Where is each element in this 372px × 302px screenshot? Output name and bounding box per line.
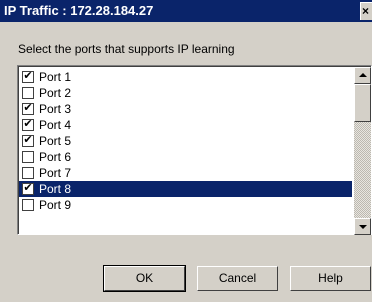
title-bar[interactable]: IP Traffic : 172.28.184.27 × [0,0,372,22]
port-label: Port 8 [39,182,72,196]
scroll-up-arrow-icon [359,73,367,77]
scrollbar-thumb[interactable] [354,84,371,122]
close-icon[interactable]: × [360,2,372,20]
port-checkbox[interactable] [22,151,34,163]
list-item[interactable]: Port 9 [19,197,352,213]
vertical-scrollbar[interactable] [354,67,371,235]
scroll-down-arrow-icon [359,225,367,229]
scroll-down-button[interactable] [354,218,371,235]
list-item[interactable]: ✔ Port 8 [19,181,352,197]
help-button[interactable]: Help [290,266,371,291]
port-checkbox[interactable] [22,167,34,179]
checkmark-icon: ✔ [23,102,33,114]
list-item[interactable]: Port 7 [19,165,352,181]
list-item[interactable]: ✔ Port 3 [19,101,352,117]
port-checkbox[interactable] [22,199,34,211]
list-item[interactable]: Port 2 [19,85,352,101]
port-checkbox[interactable]: ✔ [22,182,34,195]
list-item[interactable]: ✔ Port 5 [19,133,352,149]
checkmark-icon: ✔ [23,182,33,194]
port-checkbox[interactable]: ✔ [22,102,34,115]
port-checkbox[interactable]: ✔ [22,70,34,83]
port-listbox[interactable]: ✔ Port 1 Port 2 ✔ Port 3 ✔ Port 4 ✔ Port 5 Port 6… [17,65,372,235]
list-item[interactable]: ✔ Port 1 [19,69,352,85]
port-checkbox[interactable]: ✔ [22,134,34,147]
port-label: Port 7 [39,166,72,180]
port-label: Port 4 [39,118,72,132]
checkmark-icon: ✔ [23,70,33,82]
checkmark-icon: ✔ [23,118,33,130]
ip-traffic-dialog: IP Traffic : 172.28.184.27 × Select the … [0,0,372,302]
ok-button[interactable]: OK [103,265,186,292]
port-label: Port 6 [39,150,72,164]
scroll-up-button[interactable] [354,67,371,84]
port-label: Port 3 [39,102,72,116]
port-label: Port 1 [39,70,72,84]
port-checkbox[interactable] [22,87,34,99]
port-list: ✔ Port 1 Port 2 ✔ Port 3 ✔ Port 4 ✔ Port 5 Port 6… [19,69,352,213]
window-title: IP Traffic : 172.28.184.27 [4,3,154,18]
port-label: Port 9 [39,198,72,212]
port-checkbox[interactable]: ✔ [22,118,34,131]
instruction-label: Select the ports that supports IP learni… [18,42,235,56]
port-label: Port 2 [39,86,72,100]
checkmark-icon: ✔ [23,134,33,146]
cancel-button[interactable]: Cancel [197,266,278,291]
list-item[interactable]: Port 6 [19,149,352,165]
port-label: Port 5 [39,134,72,148]
list-item[interactable]: ✔ Port 4 [19,117,352,133]
